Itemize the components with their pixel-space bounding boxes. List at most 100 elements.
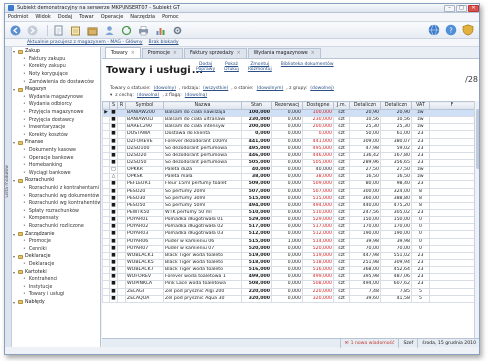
tab-3[interactable]: Wydania magazynowe ×: [247, 48, 321, 58]
column-header[interactable]: S: [109, 101, 118, 110]
print-icon[interactable]: [137, 24, 149, 36]
menu-2[interactable]: Dodaj: [58, 14, 73, 20]
column-header[interactable]: Rezerwacj: [271, 101, 303, 110]
table-row[interactable]: ■ DZSO100 So dezodorant perfumowa 495,000 0,…: [102, 144, 474, 153]
action-link-1[interactable]: Pokaż Drukuj: [224, 62, 239, 72]
minimize-button[interactable]: –: [444, 4, 455, 12]
filter-value[interactable]: (wszystkie): [203, 86, 228, 91]
tree-group[interactable]: ▾ Finanse: [13, 139, 99, 147]
table-row[interactable]: ■ PUYAR06 Puder w kamieniu 06 515,000 1,000 5…: [102, 237, 474, 246]
tree-item[interactable]: Spłaty rozrachunków: [13, 207, 99, 215]
table-row[interactable]: ■ WOFOREV Forever woda toaletowa 1 499,000 0…: [102, 273, 474, 282]
tree-group[interactable]: ▾ Rozrachunki: [13, 177, 99, 185]
document-icon[interactable]: [52, 24, 64, 36]
refresh-icon[interactable]: [120, 24, 132, 36]
tree-group[interactable]: ▾ Zarządzanie: [13, 230, 99, 238]
tree-item[interactable]: Homebanking: [13, 162, 99, 170]
tree-item[interactable]: Kontrahenci: [13, 276, 99, 284]
table-row[interactable]: ■ PESO20 So perfumy 20ml 507,000 0,000 507,00…: [102, 187, 474, 196]
table-row[interactable]: ■ DZFOREVE Forever dezodorant 100ml 441,000…: [102, 137, 474, 146]
table-row[interactable]: ■ PESO50 So perfumy 50ml 494,000 0,000 494,00…: [102, 201, 474, 210]
table-row[interactable]: ■ PESO30 So perfumy 30ml 515,000 0,000 515,00…: [102, 194, 474, 203]
table-row[interactable]: ■ DZSO50 So dezodorant perfumowa 505,000 0,0…: [102, 158, 474, 168]
column-header[interactable]: Detaliczn: [380, 101, 412, 110]
filter-value[interactable]: (dowolna): [137, 93, 159, 98]
table-row[interactable]: ■ WOPINKLA Pink Lace woda toaletowa 508,000…: [102, 280, 474, 289]
column-header[interactable]: R: [117, 101, 126, 110]
forward-icon[interactable]: [26, 24, 38, 36]
tab-close-icon[interactable]: ×: [131, 51, 135, 56]
filter-value[interactable]: (dowolną): [185, 93, 207, 98]
column-header[interactable]: Detaliczn: [349, 101, 381, 110]
tree-group[interactable]: ▾ Zakup: [13, 48, 99, 56]
tree-item[interactable]: Przyjęcia magazynowe: [13, 109, 99, 117]
tree-item[interactable]: Korekty zakupu: [13, 63, 99, 71]
messages-indicator[interactable]: ✉ 1 nowa wiadomość: [339, 338, 399, 348]
action-link-0[interactable]: Dodaj Poprawy: [196, 62, 215, 72]
tab-close-icon[interactable]: ×: [311, 51, 315, 56]
products-icon[interactable]: [86, 24, 98, 36]
breadcrumb-link-1[interactable]: Brak blokady: [149, 40, 179, 45]
menu-6[interactable]: Pomoc: [162, 14, 179, 20]
filter-value[interactable]: (dowolnej): [310, 86, 334, 91]
chart-icon[interactable]: [154, 24, 166, 36]
column-header[interactable]: [102, 101, 110, 110]
back-icon[interactable]: [9, 24, 21, 36]
column-header[interactable]: J.m.: [333, 101, 350, 110]
filter-expand-icon[interactable]: ▾: [110, 93, 112, 98]
tree-item[interactable]: Deklaracje: [13, 261, 99, 269]
tree-group[interactable]: ▾ Magazyn: [13, 86, 99, 94]
globe-icon[interactable]: [428, 24, 440, 36]
table-row[interactable]: □ OPKKR Paleta duża 40,000 0,000 40,000 szt 27,…: [102, 166, 474, 175]
tree-group[interactable]: ▾ Deklaracje: [13, 253, 99, 261]
shield-icon[interactable]: [462, 24, 474, 36]
table-row[interactable]: ▶ ■ BANIAW200 Balsam do ciała nawilżaja 100,…: [102, 108, 474, 118]
column-header[interactable]: VAT: [411, 101, 430, 110]
tree-item[interactable]: Kompensaty: [13, 215, 99, 223]
menu-5[interactable]: Narzędzia: [130, 14, 155, 20]
scrollbar-thumb[interactable]: [476, 109, 479, 169]
help-icon[interactable]: ?: [445, 24, 457, 36]
table-row[interactable]: ■ ZELAQUA Żel pod prysznic Aqua 30 320,000 0…: [102, 294, 474, 303]
tree-item[interactable]: Rozrachunki rozliczone: [13, 223, 99, 231]
tree-item[interactable]: Operacje bankowe: [13, 154, 99, 162]
column-header[interactable]: Stan: [241, 101, 272, 110]
tab-close-icon[interactable]: ×: [237, 51, 241, 56]
tree-item[interactable]: Rozrachunki wg dokumentów: [13, 192, 99, 200]
tab-close-icon[interactable]: ×: [173, 51, 177, 56]
invoice-icon[interactable]: [69, 24, 81, 36]
filter-value[interactable]: (dowolnym): [257, 86, 284, 91]
tree-item[interactable]: Wyciągi bankowe: [13, 170, 99, 178]
maximize-button[interactable]: □: [456, 4, 467, 12]
tab-0[interactable]: Towary ×: [105, 47, 141, 58]
menu-1[interactable]: Widok: [35, 14, 50, 20]
tree-item[interactable]: Przyjęcia dostawcy: [13, 116, 99, 124]
module-strip[interactable]: Lista modułów: [5, 47, 12, 347]
table-row[interactable]: ■ ZELAGI Żel pod prysznic Algi 200 220,000 0…: [102, 287, 474, 296]
tree-item[interactable]: Inwentaryzacje: [13, 124, 99, 132]
column-header[interactable]: Nazwa: [163, 101, 242, 110]
table-row[interactable]: ■ POYAR02 Pomadka długotrwała 02 517,000 0,0…: [102, 223, 474, 232]
table-row[interactable]: ■ PUYAR07 Puder w kamieniu 07 520,000 0,000 5…: [102, 244, 474, 253]
tree-item[interactable]: Wydania magazynowe: [13, 94, 99, 102]
table-row[interactable]: ■ BANIAWULT Balsam do ciała ultranawi 230,0…: [102, 116, 474, 125]
tree-item[interactable]: Zamówienia do dostawców: [13, 78, 99, 86]
action-link-3[interactable]: Biblioteka dokumentów: [281, 62, 334, 72]
tree-item[interactable]: Korekty kosztów: [13, 132, 99, 140]
table-row[interactable]: ■ DZSO20 So dezodorant perfumowa 446,000 0,0…: [102, 151, 474, 160]
tab-2[interactable]: Faktury sprzedaży ×: [183, 48, 247, 58]
breadcrumb-link-0[interactable]: Aktualnie pracujesz z magazynem - MAG - …: [27, 40, 143, 45]
column-header[interactable]: F: [429, 101, 474, 110]
vertical-scrollbar[interactable]: [474, 101, 479, 338]
tree-item[interactable]: Noty korygujące: [13, 71, 99, 79]
table-row[interactable]: ■ WOBLACK1 Black Tiger woda toaleto 519,000…: [102, 251, 474, 260]
table-row[interactable]: ■ BAREC290 Balsam do ciała intensyw 200,000…: [102, 123, 474, 132]
tree-item[interactable]: Wydania odbiorcy: [13, 101, 99, 109]
table-row[interactable]: ■ POYAR03 Pomadka długotrwała 03 512,000 0,0…: [102, 230, 474, 239]
tree-group[interactable]: ▾ Nabłędy: [13, 299, 99, 307]
table-row[interactable]: ■ POYAR01 Pomadka długotrwała 01 529,000 0,0…: [102, 216, 474, 225]
menu-3[interactable]: Towar: [79, 14, 93, 20]
tree-item[interactable]: Cenniki: [13, 245, 99, 253]
tools-icon[interactable]: [171, 24, 183, 36]
tree-item[interactable]: Instytucje: [13, 283, 99, 291]
